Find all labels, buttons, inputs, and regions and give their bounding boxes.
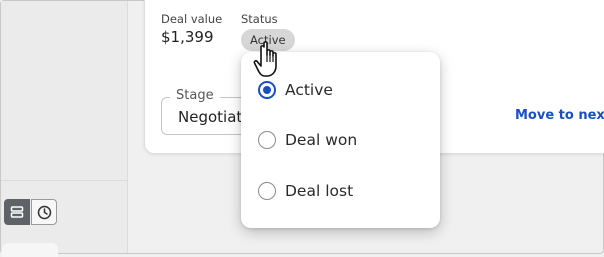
clock-icon: [37, 205, 51, 219]
radio-icon[interactable]: [258, 182, 276, 200]
move-to-next-link[interactable]: Move to next: [515, 108, 604, 123]
timeline-view-toggle[interactable]: [31, 199, 57, 225]
left-panel: [1, 1, 128, 257]
status-option-deal-lost[interactable]: Deal lost: [241, 171, 440, 211]
hand-pointer-icon: [253, 41, 277, 77]
status-label: Status: [241, 12, 278, 26]
deal-value-label: Deal value: [161, 12, 223, 26]
list-card: [2, 243, 58, 257]
divider: [1, 180, 127, 181]
option-label: Active: [285, 81, 333, 99]
list-view-toggle[interactable]: [4, 199, 30, 225]
radio-selected-icon[interactable]: [258, 81, 276, 99]
list-icon: [10, 206, 24, 218]
status-option-deal-won[interactable]: Deal won: [241, 120, 440, 160]
option-label: Deal lost: [285, 182, 354, 200]
radio-icon[interactable]: [258, 131, 276, 149]
stage-label: Stage: [170, 88, 220, 103]
deal-value: $1,399: [161, 28, 214, 46]
option-label: Deal won: [285, 131, 358, 149]
